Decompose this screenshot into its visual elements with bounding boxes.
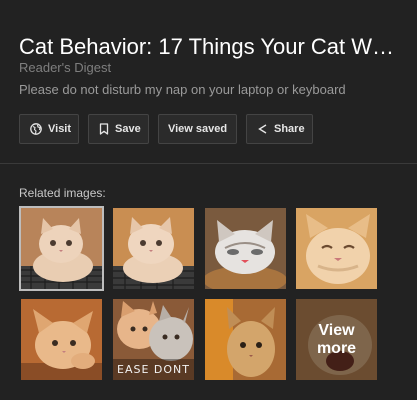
share-icon bbox=[257, 123, 268, 135]
image-detail-panel: Cat Behavior: 17 Things Your Cat W… Read… bbox=[0, 0, 417, 400]
action-bar: Visit Save View saved Share bbox=[19, 114, 313, 144]
related-images-label: Related images: bbox=[19, 186, 106, 200]
view-saved-label: View saved bbox=[167, 123, 228, 135]
globe-icon bbox=[30, 123, 42, 135]
related-image-thumb[interactable] bbox=[21, 299, 102, 380]
result-description: Please do not disturb my nap on your lap… bbox=[19, 82, 346, 97]
view-more-label-line2: more bbox=[316, 339, 357, 357]
view-more-overlay: View more bbox=[296, 299, 377, 380]
share-button[interactable]: Share bbox=[246, 114, 313, 144]
result-title[interactable]: Cat Behavior: 17 Things Your Cat W… bbox=[19, 34, 403, 60]
view-more-label-line1: View bbox=[318, 321, 355, 339]
related-image-thumb[interactable] bbox=[205, 208, 286, 289]
view-saved-button[interactable]: View saved bbox=[158, 114, 237, 144]
related-image-thumb[interactable]: EASE DONT bbox=[113, 299, 194, 380]
save-label: Save bbox=[115, 123, 141, 135]
save-button[interactable]: Save bbox=[88, 114, 149, 144]
bookmark-icon bbox=[99, 123, 109, 135]
related-image-thumb[interactable] bbox=[205, 299, 286, 380]
related-image-thumb[interactable] bbox=[113, 208, 194, 289]
thumb-caption: EASE DONT bbox=[117, 363, 190, 376]
visit-label: Visit bbox=[48, 123, 72, 135]
visit-button[interactable]: Visit bbox=[19, 114, 79, 144]
result-source: Reader's Digest bbox=[19, 60, 112, 75]
view-more-tile[interactable]: View more bbox=[296, 299, 377, 380]
share-label: Share bbox=[274, 123, 305, 135]
related-image-thumb[interactable] bbox=[296, 208, 377, 289]
section-divider bbox=[0, 163, 417, 164]
related-image-thumb[interactable] bbox=[19, 206, 104, 291]
